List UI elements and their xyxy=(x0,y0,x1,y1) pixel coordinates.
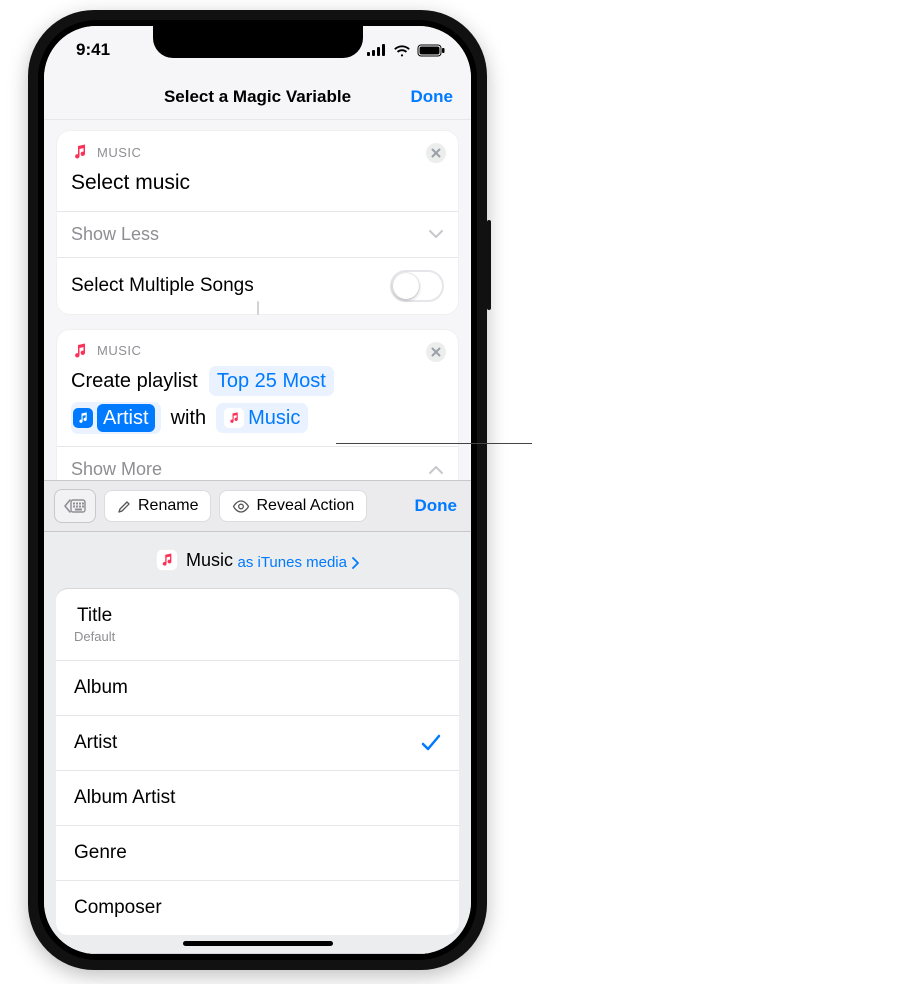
card-title: Select music xyxy=(57,167,458,211)
property-list: Title Default Album Artist Alb xyxy=(56,588,459,935)
select-multiple-songs-label: Select Multiple Songs xyxy=(71,275,254,297)
property-label: Album Artist xyxy=(74,787,175,809)
property-row-genre[interactable]: Genre xyxy=(56,826,459,881)
nav-bar: Select a Magic Variable Done xyxy=(44,74,471,120)
wifi-icon xyxy=(393,44,411,57)
property-row-album-artist[interactable]: Album Artist xyxy=(56,771,459,826)
variable-token-playlist-name[interactable]: Top 25 Most xyxy=(209,366,334,396)
card-close-button[interactable] xyxy=(424,141,448,165)
reveal-action-label: Reveal Action xyxy=(256,497,354,515)
chevron-right-icon xyxy=(351,557,359,569)
cellular-icon xyxy=(367,44,387,56)
card-header: MUSIC xyxy=(57,330,458,366)
pencil-icon xyxy=(117,499,132,514)
nav-done-button[interactable]: Done xyxy=(411,87,454,107)
battery-icon xyxy=(417,44,445,57)
variable-as-type-button[interactable]: as iTunes media xyxy=(237,554,359,571)
keyboard-back-button[interactable] xyxy=(54,489,96,523)
property-label: Composer xyxy=(74,897,162,919)
property-row-artist[interactable]: Artist xyxy=(56,716,459,771)
show-less-label: Show Less xyxy=(71,224,159,245)
accessory-toolbar: Rename Reveal Action Done xyxy=(44,480,471,532)
music-icon xyxy=(156,549,178,571)
token-label: Top 25 Most xyxy=(217,368,326,394)
rename-label: Rename xyxy=(138,497,198,515)
property-label: Album xyxy=(74,677,128,699)
property-label: Artist xyxy=(74,732,117,754)
connector-line xyxy=(257,301,259,315)
music-icon xyxy=(73,408,93,428)
chevron-down-icon xyxy=(428,229,444,239)
content-area: MUSIC Select music Show Less xyxy=(44,120,471,480)
create-playlist-prefix: Create playlist xyxy=(71,370,198,392)
property-row-title[interactable]: Title Default xyxy=(56,589,459,661)
callout-line xyxy=(336,443,532,444)
action-card-select-music: MUSIC Select music Show Less xyxy=(56,130,459,315)
show-less-row[interactable]: Show Less xyxy=(57,212,458,257)
music-icon xyxy=(71,342,89,360)
token-label: Artist xyxy=(97,404,155,432)
property-label: Genre xyxy=(74,842,127,864)
with-word: with xyxy=(171,403,207,433)
eye-icon xyxy=(232,500,250,513)
card-body: Create playlist Top 25 Most xyxy=(57,366,458,447)
card-category-label: MUSIC xyxy=(97,145,141,160)
chevron-up-icon xyxy=(428,465,444,475)
nav-title: Select a Magic Variable xyxy=(164,87,351,107)
property-row-album[interactable]: Album xyxy=(56,661,459,716)
select-multiple-songs-toggle[interactable] xyxy=(390,270,444,302)
phone-screen: 9:41 xyxy=(44,26,471,954)
variable-token-artist[interactable]: Artist xyxy=(71,402,161,434)
property-sublabel: Default xyxy=(74,629,115,644)
music-icon xyxy=(71,143,89,161)
rename-button[interactable]: Rename xyxy=(104,490,211,522)
reveal-action-button[interactable]: Reveal Action xyxy=(219,490,367,522)
variable-info-header: Music as iTunes media Title Default xyxy=(44,532,471,954)
music-icon xyxy=(224,408,244,428)
toggle-knob xyxy=(393,273,419,299)
card-header: MUSIC xyxy=(57,131,458,167)
property-row-composer[interactable]: Composer xyxy=(56,881,459,935)
show-more-label: Show More xyxy=(71,459,162,480)
status-time: 9:41 xyxy=(76,40,110,60)
accessory-done-button[interactable]: Done xyxy=(411,496,462,516)
property-label: Title xyxy=(77,605,112,626)
action-card-create-playlist: MUSIC Create playlist Top 25 Most xyxy=(56,329,459,481)
notch xyxy=(153,26,363,58)
card-category-label: MUSIC xyxy=(97,343,141,358)
home-indicator[interactable] xyxy=(183,941,333,946)
variable-as-label: as iTunes media xyxy=(237,554,347,571)
card-close-button[interactable] xyxy=(424,340,448,364)
show-more-row[interactable]: Show More xyxy=(57,447,458,480)
variable-token-music[interactable]: Music xyxy=(216,403,308,433)
token-label: Music xyxy=(248,405,300,431)
checkmark-icon xyxy=(421,734,441,752)
variable-name-label: Music xyxy=(186,550,233,571)
variable-name-row: Music xyxy=(156,549,233,571)
phone-frame: 9:41 xyxy=(28,10,487,970)
status-right xyxy=(367,44,445,57)
